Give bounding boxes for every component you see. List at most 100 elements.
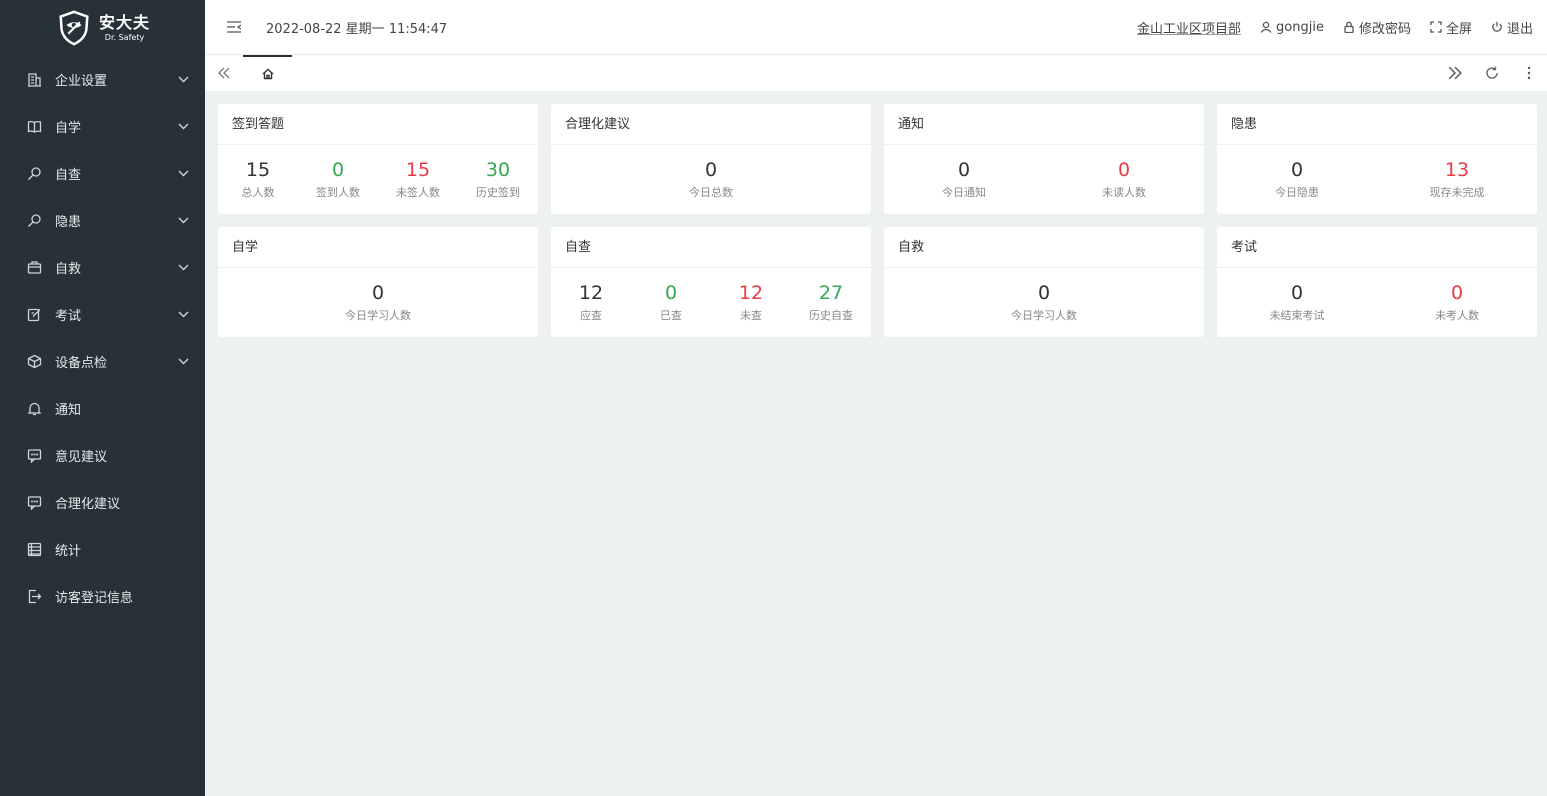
logout-label: 退出	[1506, 21, 1533, 37]
sidebar-item[interactable]: 自救	[0, 244, 205, 291]
search-icon	[27, 166, 42, 181]
stat-card: 隐患 0 今日隐患 13 现存未完成	[1217, 104, 1537, 214]
stat-item[interactable]: 13 现存未完成	[1377, 158, 1537, 200]
sidebar-item[interactable]: 访客登记信息	[0, 573, 205, 620]
sidebar-item[interactable]: 考试	[0, 291, 205, 338]
stat-item[interactable]: 12 未查	[711, 281, 791, 323]
stat-item[interactable]: 0 今日学习人数	[218, 281, 538, 323]
stat-label: 今日通知	[942, 186, 986, 199]
stat-label: 未考人数	[1435, 309, 1479, 322]
stat-item[interactable]: 30 历史签到	[458, 158, 538, 200]
stat-value: 27	[818, 282, 844, 304]
stat-item[interactable]: 0 未读人数	[1044, 158, 1204, 200]
more-vertical-icon	[1527, 66, 1530, 80]
stat-value: 0	[1037, 282, 1051, 304]
stat-item[interactable]: 15 总人数	[218, 158, 298, 200]
collapse-menu-icon[interactable]	[226, 20, 242, 34]
refresh-button[interactable]	[1473, 55, 1510, 91]
fullscreen-button[interactable]: 全屏	[1430, 18, 1472, 37]
sidebar-item[interactable]: 统计	[0, 526, 205, 573]
message-icon	[27, 495, 42, 510]
card-body: 0 未结束考试 0 未考人数	[1217, 268, 1537, 336]
stat-card: 自查 12 应查 0 已查 12 未查 27 历史自查	[551, 227, 871, 337]
stat-item[interactable]: 0 签到人数	[298, 158, 378, 200]
change-password-label: 修改密码	[1358, 21, 1411, 37]
logo[interactable]: 安大夫 Dr. Safety	[0, 0, 205, 56]
stat-label: 未结束考试	[1269, 309, 1325, 322]
department-link[interactable]: 金山工业区项目部	[1137, 18, 1241, 37]
stat-value: 0	[957, 159, 971, 181]
edit-icon	[27, 307, 42, 322]
tab-scroll-right-button[interactable]	[1436, 55, 1473, 91]
stat-item[interactable]: 0 今日学习人数	[884, 281, 1204, 323]
stat-item[interactable]: 0 今日总数	[551, 158, 871, 200]
shield-logo-icon	[59, 10, 89, 46]
search-icon	[27, 213, 42, 228]
card-title: 隐患	[1217, 104, 1537, 145]
stat-value: 0	[1290, 282, 1304, 304]
lock-icon	[1344, 21, 1354, 33]
sidebar-item-label: 访客登记信息	[55, 591, 134, 606]
double-chevron-right-icon	[1448, 66, 1462, 80]
stat-label: 签到人数	[316, 186, 360, 199]
stat-item[interactable]: 15 未签人数	[378, 158, 458, 200]
stat-label: 应查	[580, 309, 602, 322]
sidebar-item-label: 自查	[55, 168, 82, 183]
stat-value: 0	[664, 282, 678, 304]
sidebar-item[interactable]: 设备点检	[0, 338, 205, 385]
stat-value: 0	[1117, 159, 1131, 181]
logout-button[interactable]: 退出	[1491, 18, 1533, 37]
user-menu[interactable]: gongjie	[1260, 20, 1324, 35]
stat-value: 0	[371, 282, 385, 304]
stat-label: 历史自查	[809, 309, 853, 322]
book-icon	[27, 119, 42, 134]
stat-card: 自救 0 今日学习人数	[884, 227, 1204, 337]
sidebar-item[interactable]: 意见建议	[0, 432, 205, 479]
tab-scroll-left-button[interactable]	[205, 55, 243, 91]
tab-bar	[205, 55, 1547, 91]
stat-item[interactable]: 27 历史自查	[791, 281, 871, 323]
stat-value: 0	[1450, 282, 1464, 304]
sidebar-item[interactable]: 通知	[0, 385, 205, 432]
stat-item[interactable]: 12 应查	[551, 281, 631, 323]
sidebar-item[interactable]: 隐患	[0, 197, 205, 244]
stat-label: 未查	[740, 309, 762, 322]
stat-label: 历史签到	[476, 186, 520, 199]
stat-label: 今日学习人数	[345, 309, 411, 322]
stat-card: 自学 0 今日学习人数	[218, 227, 538, 337]
sidebar-item-label: 意见建议	[55, 450, 108, 465]
stat-card: 通知 0 今日通知 0 未读人数	[884, 104, 1204, 214]
stat-label: 今日隐患	[1275, 186, 1319, 199]
stat-item[interactable]: 0 今日隐患	[1217, 158, 1377, 200]
sidebar-item[interactable]: 合理化建议	[0, 479, 205, 526]
chevron-down-icon	[178, 119, 189, 134]
stat-label: 已查	[660, 309, 682, 322]
top-header: 2022-08-22 星期一 11:54:47 金山工业区项目部 gongjie…	[205, 0, 1547, 55]
more-options-button[interactable]	[1510, 55, 1547, 91]
sidebar-item[interactable]: 自学	[0, 103, 205, 150]
stat-item[interactable]: 0 未结束考试	[1217, 281, 1377, 323]
refresh-icon	[1485, 66, 1498, 79]
username: gongjie	[1276, 19, 1324, 35]
tab-home[interactable]	[243, 55, 292, 91]
stat-card: 考试 0 未结束考试 0 未考人数	[1217, 227, 1537, 337]
stat-label: 今日总数	[689, 186, 733, 199]
stat-item[interactable]: 0 已查	[631, 281, 711, 323]
stat-item[interactable]: 0 今日通知	[884, 158, 1044, 200]
card-body: 12 应查 0 已查 12 未查 27 历史自查	[551, 268, 871, 336]
stat-value: 0	[1290, 159, 1304, 181]
power-icon	[1492, 21, 1502, 32]
change-password-button[interactable]: 修改密码	[1343, 18, 1411, 37]
sidebar: 安大夫 Dr. Safety 企业设置自学自查隐患 自救 考试 设备点检 通知意见建议合…	[0, 0, 205, 796]
sidebar-item[interactable]: 企业设置	[0, 56, 205, 103]
card-body: 0 今日学习人数	[884, 268, 1204, 336]
user-icon	[1260, 21, 1272, 33]
bell-icon	[27, 401, 42, 416]
sidebar-item-label: 企业设置	[55, 74, 108, 89]
sidebar-item[interactable]: 自查	[0, 150, 205, 197]
stat-value: 12	[578, 282, 604, 304]
card-body: 0 今日学习人数	[218, 268, 538, 336]
stat-value: 15	[405, 159, 431, 181]
chevron-down-icon	[178, 72, 189, 87]
stat-item[interactable]: 0 未考人数	[1377, 281, 1537, 323]
